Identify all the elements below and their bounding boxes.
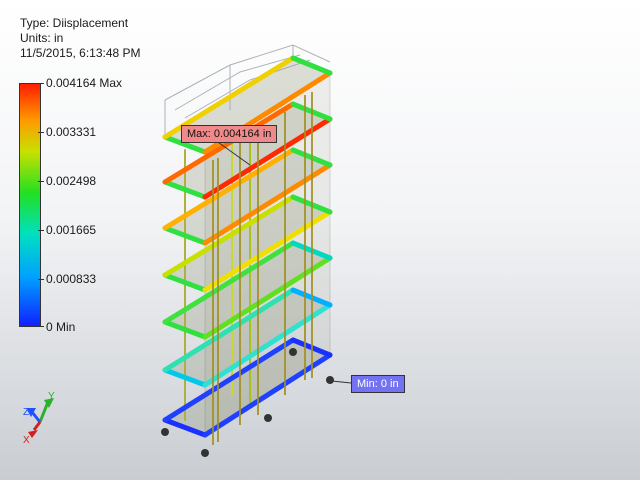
model-viewport[interactable] (0, 0, 640, 480)
z-axis-arrow (30, 411, 42, 423)
y-axis-label: Y (48, 391, 55, 402)
min-callout[interactable]: Min: 0 in (351, 375, 405, 393)
max-callout[interactable]: Max: 0.004164 in (181, 125, 278, 143)
y-axis-arrow (38, 401, 50, 423)
min-leader-line (331, 380, 352, 384)
x-axis-arrow (32, 421, 42, 431)
x-axis-label: X (23, 435, 30, 445)
axis-triad[interactable]: Y Z X (10, 390, 70, 445)
z-axis-label: Z (23, 407, 29, 418)
